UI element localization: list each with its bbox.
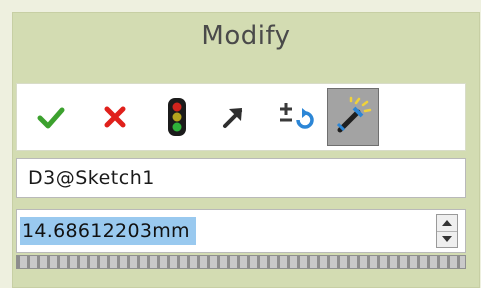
caret-up-icon: [442, 220, 452, 226]
caret-down-icon: [442, 236, 452, 242]
spin-up-button[interactable]: [437, 215, 457, 232]
dialog-title: Modify: [201, 21, 291, 51]
plus-minus-reverse-icon: [280, 103, 314, 129]
dimension-wand-icon: [336, 96, 372, 133]
spin-down-button[interactable]: [437, 231, 457, 247]
traffic-light-icon: [168, 98, 186, 136]
rebuild-button[interactable]: [151, 88, 203, 146]
value-spinner[interactable]: [436, 214, 458, 248]
cancel-button[interactable]: [89, 88, 141, 146]
arrow-up-right-icon: [223, 108, 242, 128]
value-text[interactable]: 14.68612203mm: [20, 217, 196, 245]
dimension-name-field[interactable]: D3@Sketch1: [16, 158, 466, 198]
mark-for-drawing-button[interactable]: [207, 88, 259, 146]
ok-button[interactable]: [25, 88, 77, 146]
dialog-toolbar: [16, 83, 466, 151]
dimension-name-text: D3@Sketch1: [28, 167, 155, 189]
thumbwheel-slider[interactable]: [16, 255, 466, 269]
modify-dialog: Modify D3@Sketch1 14.68612203mm: [0, 0, 481, 288]
close-icon: [104, 106, 126, 128]
reverse-dimension-button[interactable]: [269, 88, 321, 146]
checkmark-icon: [37, 107, 65, 129]
value-input[interactable]: 14.68612203mm: [16, 209, 466, 253]
mark-dimension-button[interactable]: [327, 88, 379, 146]
